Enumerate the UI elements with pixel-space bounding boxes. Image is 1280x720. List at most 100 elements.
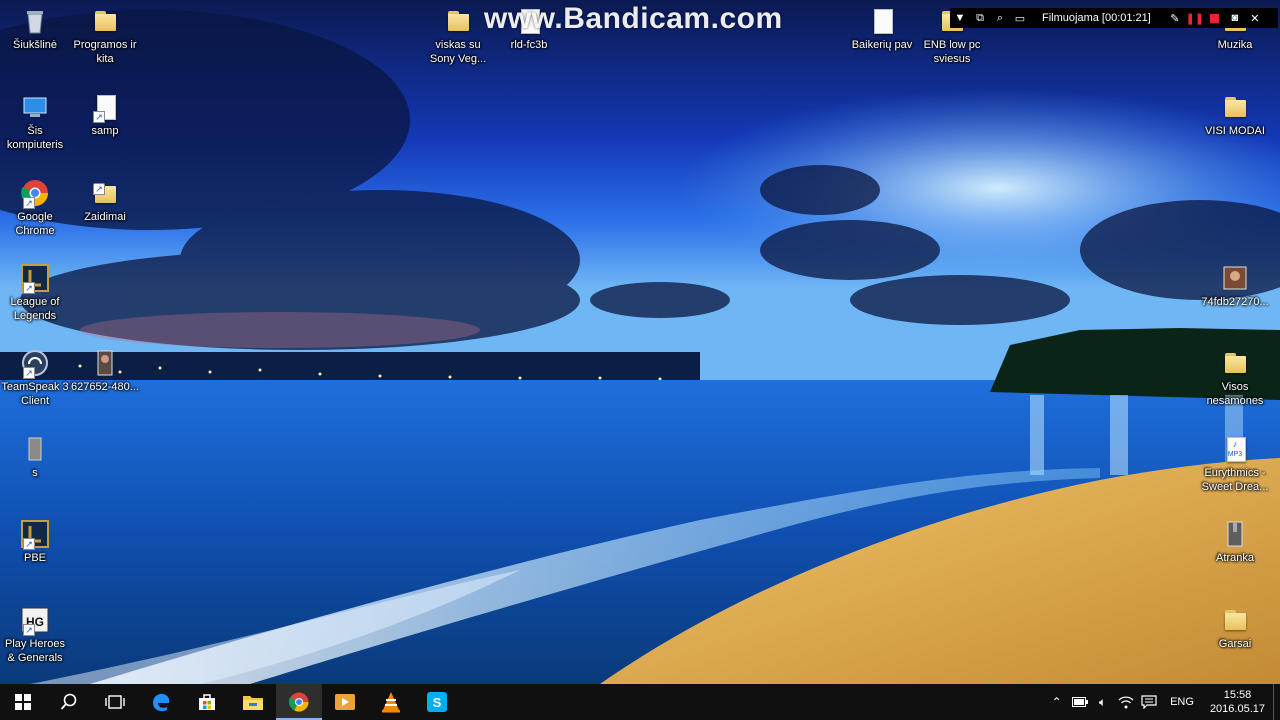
heroes-generals-icon: HG [20, 605, 50, 636]
desktop-icon-label: Muzika [1217, 39, 1253, 51]
chrome-icon [20, 178, 50, 209]
system-tray: ⌃ 🔈︎ ENG 15:58 2016.05.17 [1045, 684, 1280, 720]
show-desktop-button[interactable] [1273, 684, 1280, 720]
desktop-icon-image-627652[interactable]: 627652-480... [67, 342, 143, 394]
taskbar: S ⌃ 🔈︎ ENG 15:58 2016.05.17 [0, 684, 1280, 720]
document-icon [90, 92, 120, 123]
archive-icon [1220, 519, 1250, 549]
pause-icon[interactable]: ❚❚ [1185, 8, 1205, 28]
desktop-icon-eurythmics-sweet-dreams[interactable]: MP3 ♪ Eurythmics - Sweet Drea... [1197, 428, 1273, 494]
svg-text:♪: ♪ [1233, 439, 1238, 449]
close-icon[interactable]: ✕ [1245, 8, 1265, 28]
language-indicator[interactable]: ENG [1160, 696, 1204, 708]
mp3-icon: MP3 ♪ [1220, 434, 1250, 464]
desktop-icon-visos-nesamones[interactable]: Visos nesamones [1197, 342, 1273, 408]
edge-button[interactable] [138, 684, 184, 720]
desktop-icon-label: viskas su Sony Veg... [429, 39, 487, 65]
desktop-icon-s[interactable]: s [0, 428, 73, 480]
stop-icon[interactable] [1205, 8, 1225, 28]
chevron-up-icon[interactable]: ⌃ [1045, 684, 1068, 720]
pencil-icon[interactable]: ✎ [1165, 8, 1185, 28]
desktop-icon-atranka[interactable]: Atranka [1197, 513, 1273, 565]
desktop-icon-samp[interactable]: samp [67, 86, 143, 138]
bandicam-recording-bar: ▼ ⧉ ⌕ ▭ Filmuojama [00:01:21] ✎ ❚❚ ◙ ✕ [950, 8, 1278, 28]
desktop-icon-label: Play Heroes & Generals [5, 638, 65, 664]
desktop-icon-visi-modai[interactable]: VISI MODAI [1197, 86, 1273, 138]
skype-button[interactable]: S [414, 684, 460, 720]
svg-text:MP3: MP3 [1228, 451, 1243, 458]
desktop-icon-baikeriu-pav[interactable]: Baikerių pav [844, 0, 920, 52]
desktop-icon-pbe[interactable]: PBE [0, 513, 73, 565]
desktop-icon-zaidimai[interactable]: Zaidimai [67, 172, 143, 224]
svg-text:HG: HG [26, 615, 44, 629]
store-button[interactable] [184, 684, 230, 720]
action-center-icon[interactable] [1137, 684, 1160, 720]
desktop-icon-label: 627652-480... [71, 381, 139, 393]
league-of-legends-icon [20, 263, 50, 294]
vlc-button[interactable] [368, 684, 414, 720]
desktop-icon-label: VISI MODAI [1205, 125, 1265, 137]
desktop-icon-label: Šis kompiuteris [6, 125, 64, 151]
recording-status: Filmuojama [00:01:21] [1042, 12, 1151, 24]
file-icon [20, 434, 50, 464]
battery-icon[interactable] [1068, 684, 1091, 720]
image-icon [90, 348, 120, 378]
desktop-icon-label: Programos ir kita [73, 39, 137, 65]
desktop-wallpaper [0, 0, 1280, 684]
folder-icon [443, 6, 473, 36]
volume-icon[interactable]: 🔈︎ [1091, 684, 1114, 720]
media-player-icon [335, 694, 355, 710]
desktop-icon-label: Baikerių pav [851, 39, 913, 51]
dropdown-icon[interactable]: ▼ [950, 8, 970, 28]
desktop-icon-google-chrome[interactable]: Google Chrome [0, 172, 73, 238]
desktop-icon-recycle-bin[interactable]: Šiukšlinė [0, 0, 73, 52]
desktop-icon-programos-ir-kita[interactable]: Programos ir kita [67, 0, 143, 66]
desktop-icon-label: Zaidimai [84, 211, 126, 223]
desktop-icon-label: Visos nesamones [1206, 381, 1264, 407]
desktop-icon-label: samp [91, 125, 119, 137]
file-explorer-icon [243, 696, 263, 710]
desktop-icon-image-74fdb[interactable]: 74fdb27270... [1197, 257, 1273, 309]
computer-icon [20, 92, 50, 122]
search-button[interactable] [46, 684, 92, 720]
svg-text:S: S [433, 695, 442, 710]
task-view-icon [105, 695, 125, 709]
image-icon [1220, 263, 1250, 293]
clock-time: 15:58 [1223, 689, 1252, 701]
desktop-icon-label: Eurythmics - Sweet Drea... [1201, 467, 1269, 493]
document-icon [867, 6, 897, 36]
desktop-icon-label: TeamSpeak 3 Client [1, 381, 69, 407]
clock-date: 2016.05.17 [1209, 703, 1265, 715]
edge-icon [153, 693, 170, 712]
desktop-icon-label: ENB low pc sviesus [923, 39, 981, 65]
start-button[interactable] [0, 684, 46, 720]
desktop-icon-label: Atranka [1216, 552, 1254, 564]
folder-icon [90, 6, 120, 36]
desktop-icon-label: Garsai [1218, 638, 1252, 650]
desktop-icon-heroes-generals[interactable]: HG Play Heroes & Generals [0, 599, 73, 665]
desktop-icon-label: 74fdb27270... [1201, 296, 1269, 308]
file-explorer-button[interactable] [230, 684, 276, 720]
folder-icon [1220, 92, 1250, 122]
store-icon [199, 694, 215, 710]
search-icon [60, 693, 77, 710]
desktop-icon-label: s [32, 467, 38, 479]
clock[interactable]: 15:58 2016.05.17 [1204, 688, 1273, 716]
desktop-icon-this-pc[interactable]: Šis kompiuteris [0, 86, 73, 152]
media-player-button[interactable] [322, 684, 368, 720]
desktop-icon-teamspeak[interactable]: TeamSpeak 3 Client [0, 342, 73, 408]
camera-icon[interactable]: ◙ [1225, 8, 1245, 28]
region-icon[interactable]: ▭ [1010, 8, 1030, 28]
recycle-bin-icon [20, 6, 50, 36]
chrome-icon [288, 692, 309, 712]
desktop-icon-league-of-legends[interactable]: League of Legends [0, 257, 73, 323]
teamspeak-icon [20, 348, 50, 379]
folder-icon [1220, 348, 1250, 378]
desktop-icon-garsai[interactable]: Garsai [1197, 599, 1273, 651]
zoom-icon[interactable]: ⌕ [990, 8, 1010, 28]
chrome-taskbar-button[interactable] [276, 684, 322, 720]
window-mode-icon[interactable]: ⧉ [970, 8, 990, 28]
task-view-button[interactable] [92, 684, 138, 720]
network-icon[interactable] [1114, 684, 1137, 720]
pbe-icon [20, 519, 50, 550]
